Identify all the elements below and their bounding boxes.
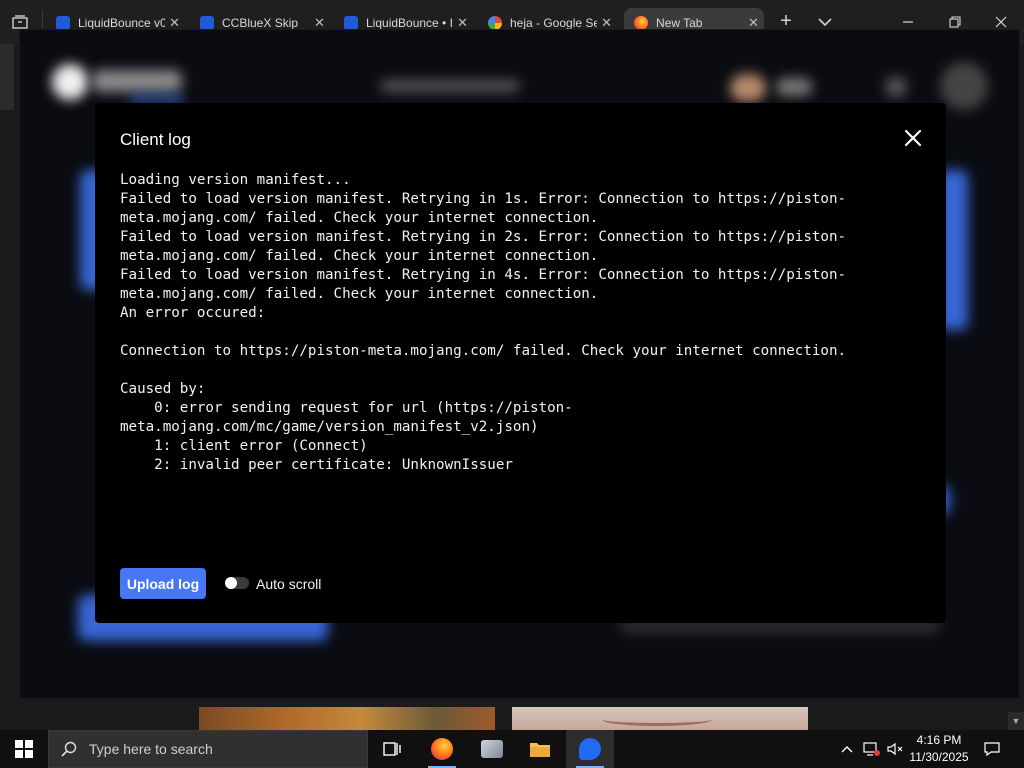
notification-icon[interactable] <box>980 730 1004 768</box>
liquidlauncher-icon[interactable] <box>566 730 614 768</box>
network-icon[interactable] <box>860 730 882 768</box>
power-icon <box>940 62 988 110</box>
new-tab-plus-icon[interactable]: + <box>775 10 797 32</box>
dialog-title: Client log <box>120 130 191 149</box>
tab-close-icon[interactable]: ✕ <box>457 15 468 31</box>
liquidbounce-icon <box>56 16 70 30</box>
tab-close-icon[interactable]: ✕ <box>169 15 180 31</box>
log-output: Loading version manifest... Failed to lo… <box>120 172 847 473</box>
close-icon[interactable] <box>903 128 923 148</box>
thumbnail-image-2 <box>512 707 808 730</box>
welcome-text <box>380 80 520 92</box>
settings-icon <box>885 76 907 98</box>
clock-date: 11/30/2025 <box>909 750 969 764</box>
app-icon[interactable] <box>468 730 516 768</box>
task-view-icon[interactable] <box>368 730 416 768</box>
firefox-icon <box>634 16 648 30</box>
toggle-knob <box>225 577 237 589</box>
liquidbounce-icon <box>200 16 214 30</box>
sidebar-strip <box>0 44 14 110</box>
taskbar-search-box[interactable]: Type here to search <box>48 730 368 768</box>
tab-title: CCBlueX Skip <box>222 16 299 30</box>
avatar <box>730 74 766 102</box>
windows-taskbar: Type here to search 4:16 PM 11/30/2025 <box>0 730 1024 768</box>
auto-scroll-label: Auto scroll <box>256 576 322 592</box>
thumbnail-image-1 <box>199 707 495 730</box>
launcher-logo-text <box>92 70 182 92</box>
windows-start-icon[interactable] <box>0 730 48 768</box>
tab-title: LiquidBounce • I <box>366 16 453 30</box>
scroll-down-icon[interactable]: ▼ <box>1008 712 1024 730</box>
client-log-dialog: Client log Loading version manifest... F… <box>95 103 946 623</box>
chevron-up-icon[interactable] <box>838 730 856 768</box>
nav-underline <box>130 96 184 102</box>
tab-title: heja - Google Se <box>510 16 598 30</box>
search-icon <box>61 741 77 757</box>
speaker-muted-icon[interactable] <box>884 730 906 768</box>
chevron-down-icon[interactable] <box>815 12 835 32</box>
system-clock[interactable]: 4:16 PM 11/30/2025 <box>906 732 972 766</box>
file-explorer-icon[interactable] <box>516 730 564 768</box>
launcher-logo-icon <box>52 64 88 100</box>
google-icon <box>488 16 502 30</box>
auto-scroll-toggle[interactable] <box>225 577 249 589</box>
tab-title: LiquidBounce v0 <box>78 16 166 30</box>
tab-close-icon[interactable]: ✕ <box>601 15 612 31</box>
username <box>776 78 812 96</box>
upload-log-button[interactable]: Upload log <box>120 568 206 599</box>
tab-close-icon[interactable]: ✕ <box>314 15 325 31</box>
search-placeholder: Type here to search <box>89 741 213 757</box>
liquidbounce-icon <box>344 16 358 30</box>
tab-title: New Tab <box>656 16 703 30</box>
tab-close-icon[interactable]: ✕ <box>748 15 759 31</box>
clock-time: 4:16 PM <box>916 733 962 747</box>
firefox-icon[interactable] <box>418 730 466 768</box>
